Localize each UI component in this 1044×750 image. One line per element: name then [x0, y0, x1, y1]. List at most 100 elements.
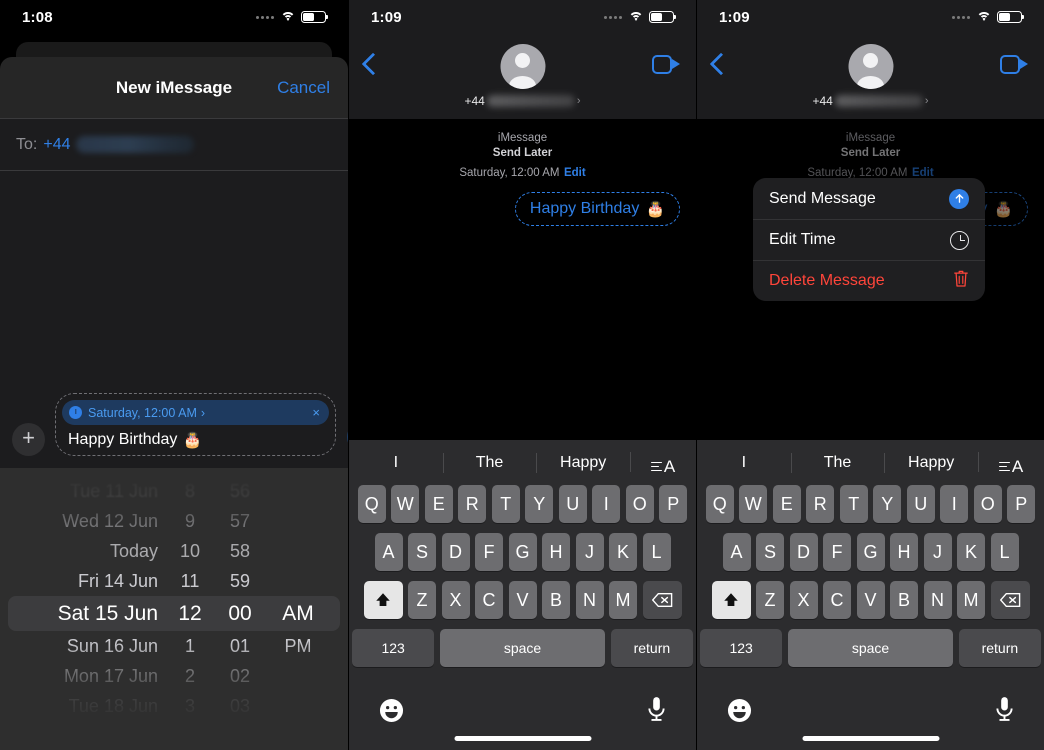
key-w[interactable]: W [391, 485, 420, 523]
key-m[interactable]: M [957, 581, 985, 619]
key-t[interactable]: T [839, 485, 868, 523]
key-d[interactable]: D [789, 533, 818, 571]
key-x[interactable]: X [441, 581, 470, 619]
shift-key-icon[interactable] [363, 581, 403, 619]
key-p[interactable]: P [1007, 485, 1036, 523]
picker-row[interactable]: Fri 14 Jun 11 59 [0, 566, 348, 596]
picker-row[interactable]: Mon 17 Jun 2 02 [0, 661, 348, 691]
prediction-2[interactable]: Happy [536, 454, 630, 472]
key-r[interactable]: R [458, 485, 487, 523]
key-n[interactable]: N [575, 581, 604, 619]
key-z[interactable]: Z [408, 581, 436, 619]
attach-plus-button[interactable]: + [12, 423, 45, 456]
key-s[interactable]: S [408, 533, 436, 571]
cancel-button[interactable]: Cancel [277, 78, 330, 98]
key-t[interactable]: T [491, 485, 520, 523]
key-k[interactable]: K [609, 533, 637, 571]
prediction-0[interactable]: I [697, 454, 791, 472]
emoji-smiley-icon[interactable] [727, 698, 752, 728]
key-q[interactable]: Q [357, 485, 386, 523]
key-f[interactable]: F [823, 533, 851, 571]
back-chevron-icon[interactable] [363, 52, 377, 76]
picker-row[interactable]: Today 10 58 [0, 536, 348, 566]
recipient-field[interactable]: To: +44 [0, 119, 348, 171]
picker-row[interactable]: Tue 18 Jun 3 03 [0, 691, 348, 721]
schedule-time-chip[interactable]: Saturday, 12:00 AM › × [62, 400, 329, 425]
picker-row[interactable]: Mon 10 Jun755 [0, 468, 348, 476]
key-c[interactable]: C [475, 581, 503, 619]
key-i[interactable]: I [940, 485, 969, 523]
facetime-video-icon[interactable] [652, 55, 680, 74]
key-c[interactable]: C [823, 581, 851, 619]
key-f[interactable]: F [475, 533, 503, 571]
scheduled-message-composer[interactable]: Saturday, 12:00 AM › × Happy Birthday 🎂 [55, 393, 348, 456]
key-o[interactable]: O [973, 485, 1002, 523]
prediction-2[interactable]: Happy [884, 454, 978, 472]
key-a[interactable]: A [374, 533, 403, 571]
key-p[interactable]: P [659, 485, 688, 523]
message-input[interactable]: Happy Birthday 🎂 [62, 425, 329, 451]
picker-row[interactable]: Wed 19 Jun 4 04 [0, 721, 348, 750]
menu-item-edit-time[interactable]: Edit Time [753, 219, 985, 260]
menu-item-delete-message[interactable]: Delete Message [753, 260, 985, 301]
scheduled-message-bubble[interactable]: Happy Birthday 🎂 [514, 192, 680, 227]
backspace-key-icon[interactable] [990, 581, 1030, 619]
key-n[interactable]: N [923, 581, 952, 619]
key-b[interactable]: B [890, 581, 918, 619]
close-icon[interactable]: × [312, 405, 320, 420]
key-e[interactable]: E [772, 485, 801, 523]
back-chevron-icon[interactable] [711, 52, 725, 76]
key-a[interactable]: A [722, 533, 751, 571]
key-m[interactable]: M [609, 581, 637, 619]
text-format-icon[interactable]: A [978, 450, 1044, 475]
key-h[interactable]: H [890, 533, 918, 571]
return-key[interactable]: return [610, 629, 693, 667]
key-s[interactable]: S [756, 533, 784, 571]
key-y[interactable]: Y [873, 485, 902, 523]
facetime-video-icon[interactable] [1000, 55, 1028, 74]
contact-avatar-icon[interactable] [500, 44, 545, 89]
space-key[interactable]: space [440, 629, 605, 667]
key-v[interactable]: V [508, 581, 537, 619]
key-j[interactable]: J [923, 533, 952, 571]
prediction-0[interactable]: I [349, 454, 443, 472]
prediction-1[interactable]: The [443, 454, 537, 472]
key-b[interactable]: B [542, 581, 570, 619]
contact-name[interactable]: +44 › [349, 94, 696, 108]
contact-name[interactable]: +44 › [697, 94, 1044, 108]
key-g[interactable]: G [508, 533, 537, 571]
picker-row[interactable]: Wed 12 Jun 9 57 [0, 506, 348, 536]
prediction-1[interactable]: The [791, 454, 885, 472]
picker-row[interactable]: Sun 16 Jun 1 01 PM [0, 631, 348, 661]
numbers-key[interactable]: 123 [352, 629, 435, 667]
key-u[interactable]: U [906, 485, 935, 523]
date-time-picker[interactable]: Mon 10 Jun755 Tue 11 Jun 8 56 Wed 12 Jun 9 57 T… [0, 468, 348, 750]
key-e[interactable]: E [424, 485, 453, 523]
key-l[interactable]: L [990, 533, 1019, 571]
key-y[interactable]: Y [525, 485, 554, 523]
key-k[interactable]: K [957, 533, 985, 571]
edit-link[interactable]: Edit [564, 167, 586, 179]
key-d[interactable]: D [441, 533, 470, 571]
key-g[interactable]: G [856, 533, 885, 571]
menu-item-send-message[interactable]: Send Message [753, 178, 985, 219]
key-l[interactable]: L [642, 533, 671, 571]
key-i[interactable]: I [592, 485, 621, 523]
dictation-mic-icon[interactable] [647, 696, 666, 728]
numbers-key[interactable]: 123 [700, 629, 783, 667]
picker-rows[interactable]: Mon 10 Jun755 Tue 11 Jun 8 56 Wed 12 Jun 9 57 T… [0, 468, 348, 750]
emoji-smiley-icon[interactable] [379, 698, 404, 728]
key-z[interactable]: Z [756, 581, 784, 619]
key-w[interactable]: W [739, 485, 768, 523]
shift-key-icon[interactable] [711, 581, 751, 619]
text-format-icon[interactable]: A [630, 450, 696, 475]
dictation-mic-icon[interactable] [995, 696, 1014, 728]
key-v[interactable]: V [856, 581, 885, 619]
key-o[interactable]: O [625, 485, 654, 523]
backspace-key-icon[interactable] [642, 581, 682, 619]
key-j[interactable]: J [575, 533, 604, 571]
return-key[interactable]: return [958, 629, 1041, 667]
picker-row-selected[interactable]: Sat 15 Jun 12 00 AM [0, 596, 348, 631]
key-u[interactable]: U [558, 485, 587, 523]
contact-avatar-icon[interactable] [848, 44, 893, 89]
